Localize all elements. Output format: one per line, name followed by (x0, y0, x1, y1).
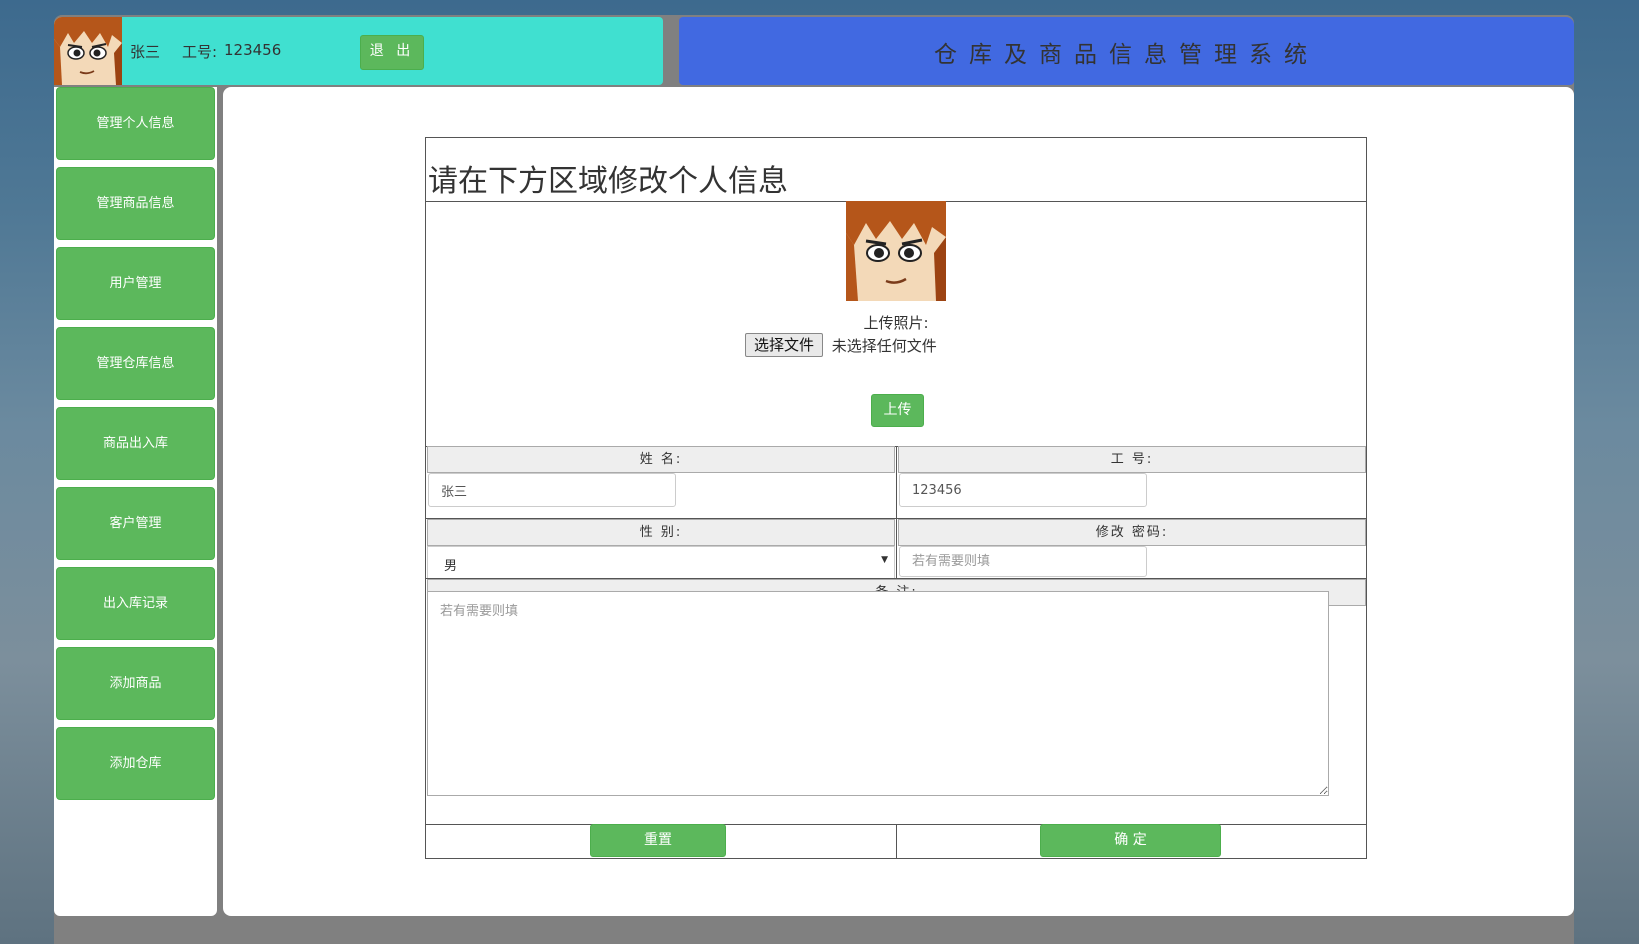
profile-form: 请在下方区域修改个人信息 上传照片: 选择文件 未选择任何文件 上传 姓 名: … (425, 137, 1367, 859)
sidebar-item-user-management[interactable]: 用户管理 (56, 247, 215, 320)
upload-photo-label: 上传照片: (863, 314, 929, 332)
file-picker: 选择文件 未选择任何文件 (745, 333, 937, 359)
confirm-button[interactable]: 确 定 (1040, 824, 1221, 857)
sidebar-item-manage-products[interactable]: 管理商品信息 (56, 167, 215, 240)
sidebar-item-customer-management[interactable]: 客户管理 (56, 487, 215, 560)
logout-button[interactable]: 退 出 (360, 35, 424, 70)
employee-id-field[interactable] (899, 473, 1147, 507)
title-bar: 仓库及商品信息管理系统 (679, 17, 1574, 85)
user-name: 张三 (130, 43, 161, 61)
column-divider (896, 446, 897, 579)
profile-photo (846, 201, 946, 301)
main-content: 请在下方区域修改个人信息 上传照片: 选择文件 未选择任何文件 上传 姓 名: … (223, 87, 1574, 916)
form-heading-text: 请在下方区域修改个人信息 (428, 164, 788, 199)
upload-button[interactable]: 上传 (871, 394, 924, 427)
user-bar: 张三 工号: 123456 退 出 (54, 17, 663, 85)
app-title: 仓库及商品信息管理系统 (934, 42, 1319, 68)
user-avatar (54, 17, 122, 85)
employee-id-label: 工号: (182, 43, 218, 61)
choose-file-button[interactable]: 选择文件 (745, 333, 824, 357)
remark-textarea[interactable] (427, 591, 1329, 796)
sidebar-item-add-product[interactable]: 添加商品 (56, 647, 215, 720)
reset-button[interactable]: 重置 (590, 824, 726, 857)
name-field[interactable] (428, 473, 676, 507)
gender-select-value: 男 (444, 559, 458, 574)
row-divider (426, 578, 1366, 579)
employee-id-field-label: 工 号: (898, 446, 1366, 473)
sidebar-item-stock-records[interactable]: 出入库记录 (56, 567, 215, 640)
photo-upload-area: 上传照片: 选择文件 未选择任何文件 上传 (426, 201, 1366, 447)
sidebar-item-stock-in-out[interactable]: 商品出入库 (56, 407, 215, 480)
dropdown-arrow-icon: ▼ (881, 555, 888, 565)
sidebar-item-manage-profile[interactable]: 管理个人信息 (56, 87, 215, 160)
row-divider (426, 518, 1366, 519)
column-divider (896, 824, 897, 858)
form-heading: 请在下方区域修改个人信息 (426, 138, 1366, 202)
password-field[interactable] (899, 546, 1147, 577)
gender-label: 性 别: (427, 519, 895, 546)
sidebar-item-manage-warehouses[interactable]: 管理仓库信息 (56, 327, 215, 400)
sidebar: 管理个人信息 管理商品信息 用户管理 管理仓库信息 商品出入库 客户管理 出入库… (54, 87, 217, 916)
gender-select[interactable]: 男 ▼ (427, 546, 895, 579)
employee-id-value: 123456 (224, 41, 282, 59)
password-label: 修改 密码: (898, 519, 1366, 546)
name-label: 姓 名: (427, 446, 895, 473)
sidebar-item-add-warehouse[interactable]: 添加仓库 (56, 727, 215, 800)
file-status-text: 未选择任何文件 (831, 336, 937, 355)
